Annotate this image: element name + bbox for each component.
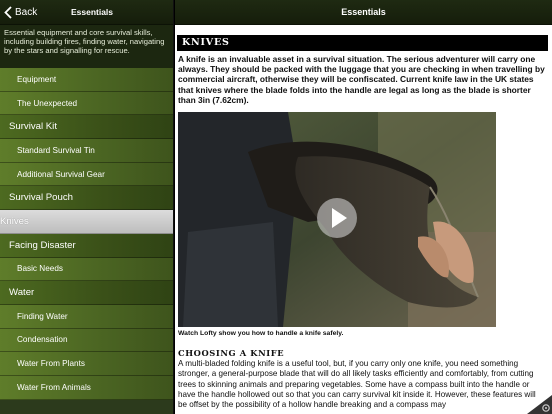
sidebar-item-standard-survival-tin[interactable]: Standard Survival Tin: [0, 139, 173, 163]
sidebar-item-label: Water From Animals: [17, 382, 91, 392]
back-button[interactable]: Back: [4, 5, 37, 20]
sidebar-item-label: The Unexpected: [17, 98, 78, 108]
sidebar-nav-bar: Back Essentials: [0, 0, 173, 25]
back-label: Back: [15, 7, 38, 18]
sidebar-item-water[interactable]: Water: [0, 281, 173, 305]
sidebar-item-label: Additional Survival Gear: [17, 169, 105, 179]
sidebar-item-basic-needs[interactable]: Basic Needs: [0, 257, 173, 282]
sidebar-item-label: Equipment: [17, 74, 57, 84]
sidebar-item-facing-disaster[interactable]: Facing Disaster: [0, 233, 173, 258]
detail-title: Essentials: [341, 7, 386, 17]
sidebar-item-finding-water[interactable]: Finding Water: [0, 304, 173, 329]
sidebar-item-equipment[interactable]: Equipment: [0, 68, 173, 92]
video-player[interactable]: [178, 112, 496, 327]
page-curl-icon: [527, 395, 552, 414]
video-caption: Watch Lofty show you how to handle a kni…: [178, 330, 344, 337]
sidebar-item-label: Water From Plants: [17, 359, 85, 369]
sidebar-item-label: Basic Needs: [17, 264, 63, 274]
article-heading: KNIVES: [182, 37, 230, 48]
sidebar-item-label: Water: [9, 287, 35, 299]
play-icon: [332, 208, 347, 228]
sidebar-item-survival-kit[interactable]: Survival Kit: [0, 115, 173, 140]
sidebar-item-label: Knives: [0, 215, 29, 227]
sidebar-item-label: Survival Pouch: [9, 192, 73, 204]
article-heading-bar: KNIVES: [177, 35, 548, 51]
sidebar-item-survival-pouch[interactable]: Survival Pouch: [0, 186, 173, 211]
sidebar-item-water-from-plants[interactable]: Water From Plants: [0, 352, 173, 376]
sidebar-item-the-unexpected[interactable]: The Unexpected: [0, 91, 173, 116]
sidebar-item-label: Finding Water: [17, 311, 68, 321]
sidebar-item-additional-survival-gear[interactable]: Additional Survival Gear: [0, 162, 173, 187]
section-heading: CHOOSING A KNIFE: [178, 348, 285, 358]
page-curl-button[interactable]: [527, 395, 552, 414]
article-body: A multi-bladed folding knife is a useful…: [178, 359, 536, 410]
sidebar-item-knives[interactable]: Knives: [0, 210, 173, 234]
sidebar-menu: Equipment The Unexpected Survival Kit Stand…: [0, 68, 173, 400]
sidebar-title: Essentials: [70, 7, 114, 17]
play-button[interactable]: [317, 198, 357, 238]
article-intro: A knife is an invaluable asset in a surv…: [178, 54, 545, 105]
sidebar-item-label: Standard Survival Tin: [17, 145, 95, 155]
detail-pane: Essentials KNIVES A knife is an invaluab…: [175, 0, 552, 414]
sidebar-item-label: Condensation: [17, 335, 68, 345]
chevron-left-icon: [4, 6, 12, 19]
sidebar: Back Essentials Essential equipment and …: [0, 0, 174, 414]
article-content[interactable]: KNIVES A knife is an invaluable asset in…: [175, 25, 552, 414]
sidebar-item-label: Survival Kit: [9, 121, 57, 133]
sidebar-item-water-from-animals[interactable]: Water From Animals: [0, 375, 173, 400]
detail-nav-bar: Essentials: [175, 0, 552, 25]
sidebar-description: Essential equipment and core survival sk…: [0, 25, 173, 68]
sidebar-item-condensation[interactable]: Condensation: [0, 328, 173, 353]
sidebar-item-label: Facing Disaster: [9, 239, 76, 251]
